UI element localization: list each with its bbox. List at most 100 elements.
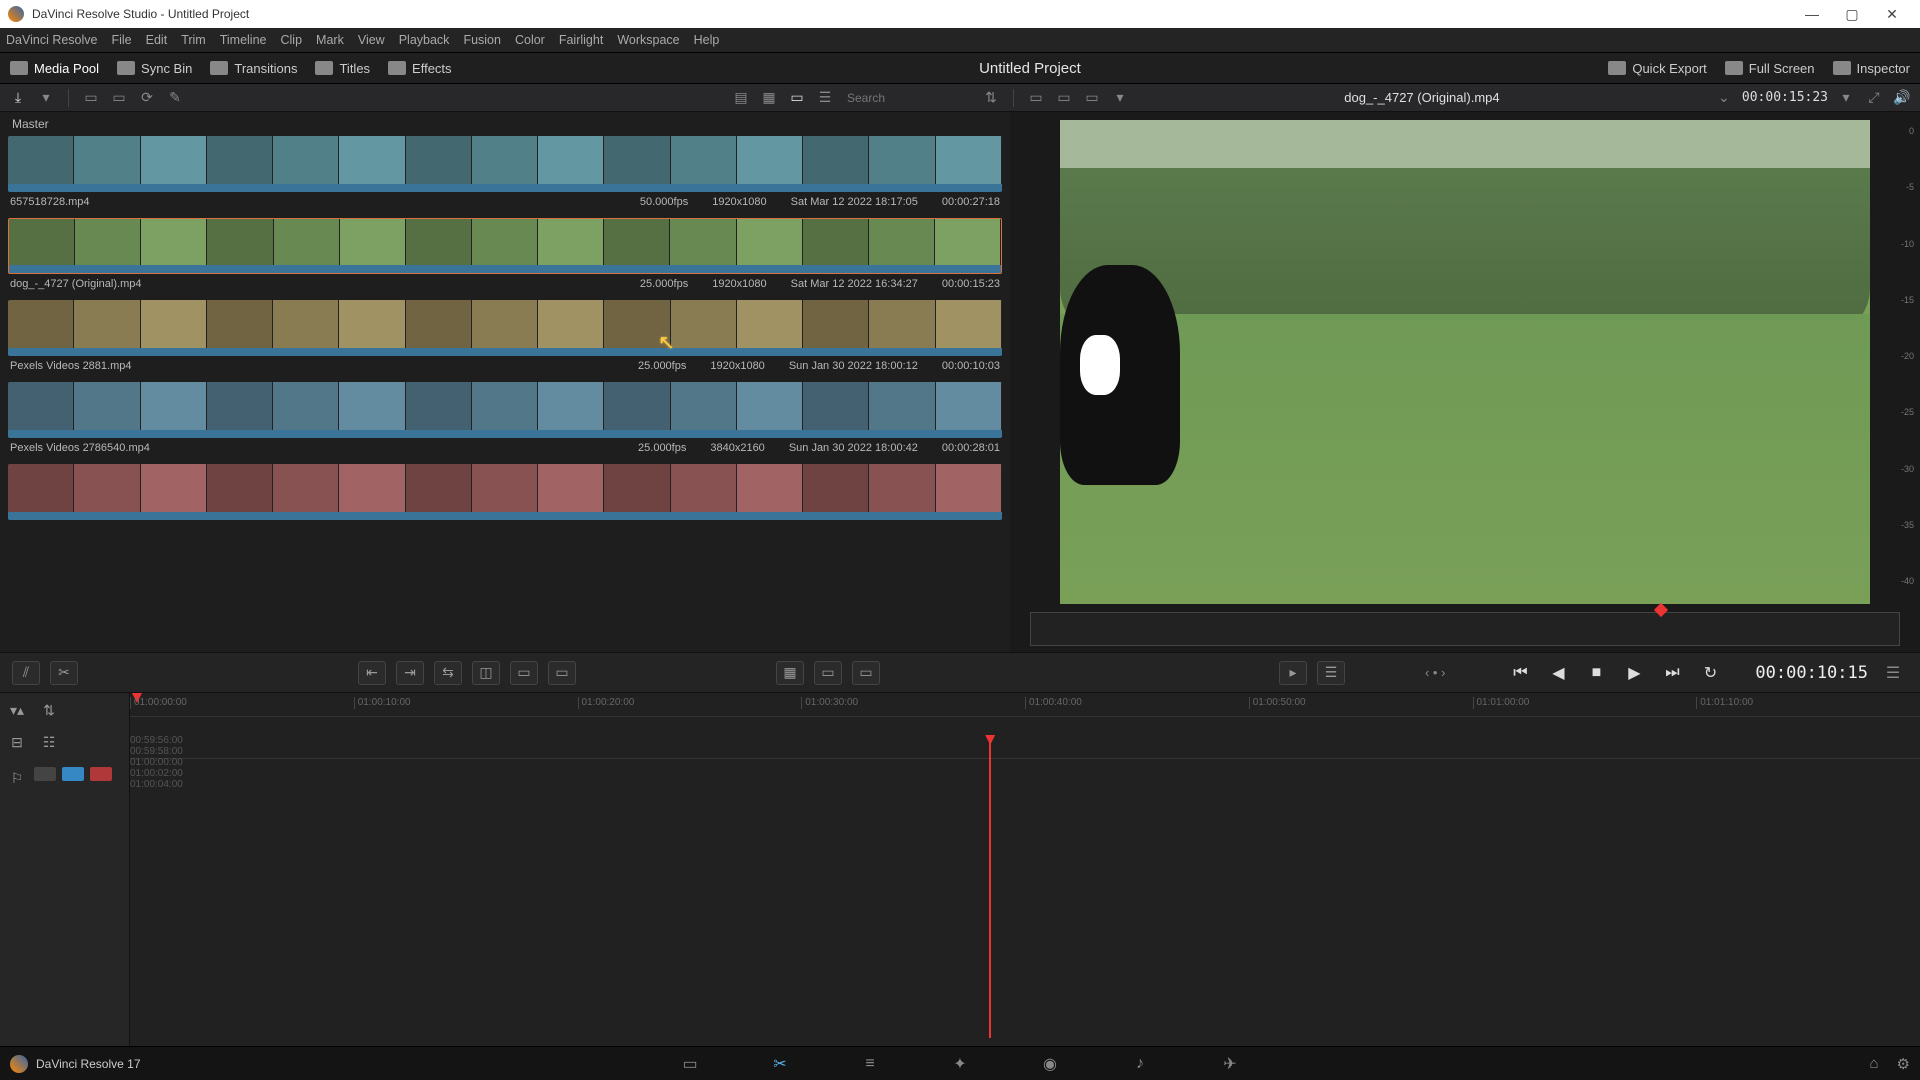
- split-clip-icon[interactable]: ✂: [50, 661, 78, 685]
- playhead-marker[interactable]: [1654, 603, 1668, 617]
- boring-detector-icon[interactable]: ⫽: [12, 661, 40, 685]
- prev-next-nav[interactable]: ‹ • ›: [1425, 665, 1445, 680]
- viewer-scrubber[interactable]: [1030, 612, 1900, 646]
- ripple-icon[interactable]: ⇆: [434, 661, 462, 685]
- refresh-icon[interactable]: ⟳: [137, 89, 157, 107]
- maximize-button[interactable]: ▢: [1832, 6, 1872, 23]
- menu-edit[interactable]: Edit: [146, 33, 168, 47]
- import-media-icon[interactable]: ⤓: [8, 89, 28, 107]
- timeline-tool1-icon[interactable]: ⊟: [6, 731, 28, 753]
- bin2-icon[interactable]: ▭: [109, 89, 129, 107]
- page-media-icon[interactable]: ▭: [677, 1053, 703, 1075]
- menu-workspace[interactable]: Workspace: [617, 33, 679, 47]
- prev-frame-button[interactable]: ◀: [1543, 660, 1573, 686]
- page-color-icon[interactable]: ◉: [1037, 1053, 1063, 1075]
- split-icon[interactable]: ▾: [1110, 89, 1130, 107]
- closeup-icon[interactable]: ◫: [472, 661, 500, 685]
- toolbar-quickexport[interactable]: Quick Export: [1608, 61, 1706, 76]
- clip-card[interactable]: 657518728.mp450.000fps1920x1080Sat Mar 1…: [8, 136, 1002, 212]
- first-frame-button[interactable]: ⏮: [1505, 660, 1535, 686]
- search-input[interactable]: [843, 88, 973, 108]
- menu-mark[interactable]: Mark: [316, 33, 344, 47]
- trim-mode-icon[interactable]: ▸: [1279, 661, 1307, 685]
- lower-playhead-line[interactable]: [989, 735, 991, 1038]
- track-video-toggle[interactable]: [62, 767, 84, 781]
- clip-date: Sat Mar 12 2022 16:34:27: [791, 278, 918, 290]
- place-on-top-icon[interactable]: ▭: [510, 661, 538, 685]
- tools2-icon[interactable]: ▭: [814, 661, 842, 685]
- smart-insert-icon[interactable]: ⇤: [358, 661, 386, 685]
- menu-playback[interactable]: Playback: [399, 33, 450, 47]
- menu-color[interactable]: Color: [515, 33, 545, 47]
- toolbar-syncbin[interactable]: Sync Bin: [117, 61, 192, 76]
- view-mode1-icon[interactable]: ▭: [1026, 89, 1046, 107]
- timeline-view1-icon[interactable]: ▾▴: [6, 699, 28, 721]
- stop-button[interactable]: ■: [1581, 660, 1611, 686]
- menu-help[interactable]: Help: [694, 33, 720, 47]
- sort-icon[interactable]: ⇅: [981, 89, 1001, 107]
- minimize-button[interactable]: —: [1792, 6, 1832, 22]
- menu-file[interactable]: File: [111, 33, 131, 47]
- clip-card[interactable]: Pexels Videos 2881.mp425.000fps1920x1080…: [8, 300, 1002, 376]
- timeline-view2-icon[interactable]: ⇅: [38, 699, 60, 721]
- transport-bar: ⫽ ✂ ⇤ ⇥ ⇆ ◫ ▭ ▭ ▦ ▭ ▭ ▸ ☰ ‹ • › ⏮ ◀ ■ ▶ …: [0, 652, 1920, 692]
- toolbar-transitions[interactable]: Transitions: [210, 61, 297, 76]
- footer-app-name: DaVinci Resolve 17: [36, 1057, 141, 1071]
- strip-view-icon[interactable]: ▤: [731, 89, 751, 107]
- toolbar-inspector[interactable]: Inspector: [1833, 61, 1910, 76]
- tools-icon[interactable]: ▦: [776, 661, 804, 685]
- speaker-icon[interactable]: 🔊: [1892, 89, 1912, 107]
- play-button[interactable]: ▶: [1619, 660, 1649, 686]
- chevron-down-icon[interactable]: ▾: [36, 89, 56, 107]
- list-icon[interactable]: ☰: [1317, 661, 1345, 685]
- toolbar-fullscreen[interactable]: Full Screen: [1725, 61, 1815, 76]
- timecode-menu-icon[interactable]: ☰: [1878, 660, 1908, 686]
- track-audio-toggle[interactable]: [90, 767, 112, 781]
- timeline-sidebar: ▾▴ ⇅ ⊟ ☷ ⚐: [0, 693, 130, 1072]
- viewer-canvas[interactable]: [1060, 120, 1870, 604]
- page-cut-icon[interactable]: ✂: [767, 1053, 793, 1075]
- clip-card[interactable]: Pexels Videos 2786540.mp425.000fps3840x2…: [8, 382, 1002, 458]
- tc-menu-icon[interactable]: ▾: [1836, 89, 1856, 107]
- view-mode2-icon[interactable]: ▭: [1054, 89, 1074, 107]
- project-settings-icon[interactable]: ⚙: [1897, 1055, 1910, 1073]
- menu-trim[interactable]: Trim: [181, 33, 206, 47]
- toolbar-titles[interactable]: Titles: [315, 61, 370, 76]
- menu-view[interactable]: View: [358, 33, 385, 47]
- breadcrumb[interactable]: Master: [8, 112, 1002, 136]
- menu-fusion[interactable]: Fusion: [463, 33, 501, 47]
- menu-clip[interactable]: Clip: [281, 33, 303, 47]
- page-deliver-icon[interactable]: ✈: [1217, 1053, 1243, 1075]
- marker-tool-icon[interactable]: ⚐: [6, 767, 28, 789]
- timeline-tool2-icon[interactable]: ☷: [38, 731, 60, 753]
- clip-card[interactable]: dog_-_4727 (Original).mp425.000fps1920x1…: [8, 218, 1002, 294]
- next-frame-button[interactable]: ⏭: [1657, 660, 1687, 686]
- loop-button[interactable]: ↻: [1695, 660, 1725, 686]
- append-icon[interactable]: ⇥: [396, 661, 424, 685]
- list-view-icon[interactable]: ☰: [815, 89, 835, 107]
- menu-timeline[interactable]: Timeline: [220, 33, 267, 47]
- page-fusion-icon[interactable]: ✦: [947, 1053, 973, 1075]
- menu-davinciresolve[interactable]: DaVinci Resolve: [6, 33, 97, 47]
- tool-icon[interactable]: ✎: [165, 89, 185, 107]
- menu-fairlight[interactable]: Fairlight: [559, 33, 603, 47]
- tools3-icon[interactable]: ▭: [852, 661, 880, 685]
- thumb-view-icon[interactable]: ▦: [759, 89, 779, 107]
- transport-timecode: 00:00:10:15: [1755, 663, 1868, 683]
- bin-icon[interactable]: ▭: [81, 89, 101, 107]
- timeline[interactable]: 01:00:00:0001:00:10:0001:00:20:0001:00:3…: [130, 693, 1920, 1072]
- filmstrip-view-icon[interactable]: ▭: [787, 89, 807, 107]
- audio-meter: 0-5-10-15-20-25-30-35-40: [1888, 120, 1916, 592]
- expand-icon[interactable]: ⤢: [1864, 89, 1884, 107]
- viewer-menu-icon[interactable]: ⌄: [1714, 89, 1734, 107]
- close-button[interactable]: ✕: [1872, 6, 1912, 23]
- page-fairlight-icon[interactable]: ♪: [1127, 1053, 1153, 1075]
- page-edit-icon[interactable]: ≡: [857, 1053, 883, 1075]
- toolbar-mediapool[interactable]: Media Pool: [10, 61, 99, 76]
- track-cam-toggle[interactable]: [34, 767, 56, 781]
- clip-card[interactable]: [8, 464, 1002, 520]
- source-overwrite-icon[interactable]: ▭: [548, 661, 576, 685]
- toolbar-effects[interactable]: Effects: [388, 61, 452, 76]
- view-mode3-icon[interactable]: ▭: [1082, 89, 1102, 107]
- home-icon[interactable]: ⌂: [1869, 1055, 1878, 1073]
